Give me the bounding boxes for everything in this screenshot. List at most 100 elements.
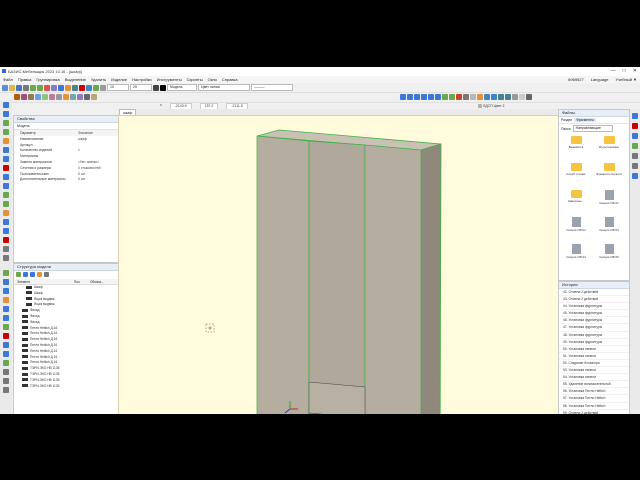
file-item[interactable]: Короб и ящик bbox=[563, 163, 589, 176]
history-row[interactable]: 46. Установка фурнитуры bbox=[559, 317, 629, 325]
drawer-icon[interactable] bbox=[35, 94, 41, 100]
history-row[interactable]: 45. Установка фурнитуры bbox=[559, 310, 629, 318]
menu-product[interactable]: Изделие bbox=[111, 77, 127, 82]
layers-icon[interactable] bbox=[72, 84, 78, 91]
viewport-3d[interactable] bbox=[118, 115, 560, 414]
tree-filter-icon[interactable] bbox=[16, 272, 21, 277]
menu-settings[interactable]: Настройки bbox=[132, 77, 152, 82]
tool-material-icon[interactable] bbox=[3, 360, 9, 366]
right-sum-icon[interactable] bbox=[632, 153, 638, 159]
view-left-icon[interactable] bbox=[414, 94, 420, 100]
tool-scale-icon[interactable] bbox=[3, 210, 9, 216]
tool-circle-icon[interactable] bbox=[3, 129, 9, 135]
tool-move-icon[interactable] bbox=[3, 192, 9, 198]
history-row[interactable]: 54. Установка панели bbox=[559, 374, 629, 382]
property-value[interactable]: 1 bbox=[78, 148, 80, 152]
tool-copy-icon[interactable] bbox=[3, 219, 9, 225]
tool-drill-icon[interactable] bbox=[3, 333, 9, 339]
history-row[interactable]: 55. Удаление вспомогательной bbox=[559, 381, 629, 389]
cut-icon[interactable] bbox=[70, 94, 76, 100]
property-row[interactable]: Дополнительные материалы 0 шт. bbox=[14, 176, 118, 182]
tool-rect-icon[interactable] bbox=[3, 120, 9, 126]
right-library-icon[interactable] bbox=[632, 133, 638, 139]
history-row[interactable]: 50. Установка панели bbox=[559, 346, 629, 353]
maximize-button[interactable]: □ bbox=[623, 68, 626, 74]
files-folder-combo[interactable]: Направляющие bbox=[572, 125, 613, 132]
view-right-icon[interactable] bbox=[421, 94, 427, 100]
tree-options-icon[interactable] bbox=[44, 272, 49, 277]
menu-window[interactable]: Окно bbox=[208, 77, 217, 82]
tree-sort-icon[interactable] bbox=[37, 272, 42, 277]
tool-panel-icon[interactable] bbox=[3, 306, 9, 312]
history-row[interactable]: 47. Установка фурнитуры bbox=[559, 324, 629, 332]
right-favorites-icon[interactable] bbox=[632, 123, 638, 129]
menu-tools[interactable]: Инструменты bbox=[157, 77, 182, 82]
history-row[interactable]: 42. Отмена 2 действий bbox=[559, 289, 629, 297]
tool-edge-icon[interactable] bbox=[3, 324, 9, 330]
history-row[interactable]: 57. Установка Петли Hettich bbox=[559, 395, 629, 403]
tool-ungroup-icon[interactable] bbox=[3, 288, 9, 294]
tool-offset-icon[interactable] bbox=[3, 156, 9, 162]
file-item[interactable]: Секция ОВ 05 bbox=[596, 244, 622, 259]
history-row[interactable]: 49. Установка фурнитуры bbox=[559, 339, 629, 346]
tool-text-icon[interactable] bbox=[3, 255, 9, 261]
menu-help[interactable]: Справка bbox=[222, 77, 238, 82]
edge-icon[interactable] bbox=[56, 94, 62, 100]
delete-icon[interactable] bbox=[44, 84, 50, 91]
history-row[interactable]: 56. Установка Петли Hettich bbox=[559, 388, 629, 396]
menu-edit[interactable]: Правка bbox=[18, 77, 32, 82]
tool-trim-icon[interactable] bbox=[3, 165, 9, 171]
new-file-icon[interactable] bbox=[2, 84, 8, 91]
history-row[interactable]: 53. Установка панели bbox=[559, 367, 629, 375]
shaded-icon[interactable] bbox=[470, 94, 476, 100]
file-item[interactable]: Секция ОВ 03 bbox=[596, 217, 622, 232]
undo-icon[interactable] bbox=[30, 84, 36, 91]
property-value[interactable]: 0 шт. bbox=[78, 177, 86, 181]
tool-line-icon[interactable] bbox=[3, 111, 9, 117]
history-row[interactable]: 44. Установка фурнитуры bbox=[559, 303, 629, 311]
tool-tree-icon[interactable] bbox=[3, 270, 9, 276]
render-icon[interactable] bbox=[456, 94, 462, 100]
file-item[interactable]: Навесные... bbox=[563, 190, 589, 203]
tool-help-icon[interactable] bbox=[3, 378, 9, 384]
view-front-icon[interactable] bbox=[400, 94, 406, 100]
tracking-icon[interactable] bbox=[93, 84, 99, 91]
tree-row[interactable]: ТЭРИ-ЭКО НВ 1135 bbox=[14, 384, 118, 390]
measure-icon[interactable] bbox=[65, 84, 71, 91]
tool-rotate-icon[interactable] bbox=[3, 201, 9, 207]
menu-group[interactable]: Группировка bbox=[36, 77, 59, 82]
facade-icon[interactable] bbox=[21, 94, 27, 100]
tool-select-icon[interactable] bbox=[3, 102, 9, 108]
tool-polyline-icon[interactable] bbox=[3, 147, 9, 153]
menu-select[interactable]: Выделение bbox=[65, 77, 86, 82]
profile-dropdown[interactable]: Учебный ▼ bbox=[616, 77, 637, 82]
zoom-fit-icon[interactable] bbox=[491, 94, 497, 100]
files-tab-section[interactable]: Раздел bbox=[561, 118, 572, 122]
open-file-icon[interactable] bbox=[9, 84, 15, 91]
tool-dimension-icon[interactable] bbox=[3, 246, 9, 252]
line-color-combo[interactable]: Цвет линии bbox=[198, 84, 250, 91]
tool-mirror-icon[interactable] bbox=[3, 183, 9, 189]
tool-report-icon[interactable] bbox=[3, 342, 9, 348]
language-menu[interactable]: Language bbox=[591, 77, 609, 82]
section-icon[interactable] bbox=[512, 94, 518, 100]
view-iso2-icon[interactable] bbox=[449, 94, 455, 100]
tool-erase-icon[interactable] bbox=[3, 237, 9, 243]
tool-cut-map-icon[interactable] bbox=[3, 351, 9, 357]
shelf-icon[interactable] bbox=[28, 94, 34, 100]
camera-icon[interactable] bbox=[477, 94, 483, 100]
tool-arc-icon[interactable] bbox=[3, 138, 9, 144]
zoom-icon[interactable] bbox=[484, 94, 490, 100]
view-top-icon[interactable] bbox=[428, 94, 434, 100]
property-value[interactable]: 0 шт. bbox=[78, 172, 86, 176]
tool-facade-icon[interactable] bbox=[3, 315, 9, 321]
bold-icon[interactable] bbox=[153, 84, 159, 91]
font-size-combo[interactable]: 10 bbox=[107, 84, 129, 91]
files-tab-fragments[interactable]: Фрагменты bbox=[574, 118, 596, 122]
pan-icon[interactable] bbox=[498, 94, 504, 100]
texture-icon[interactable] bbox=[91, 94, 97, 100]
history-row[interactable]: 58. Установка Петли Hettich bbox=[559, 403, 629, 410]
tree-expand-icon[interactable] bbox=[23, 272, 28, 277]
redo-icon[interactable] bbox=[37, 84, 43, 91]
block-icon[interactable] bbox=[84, 94, 90, 100]
